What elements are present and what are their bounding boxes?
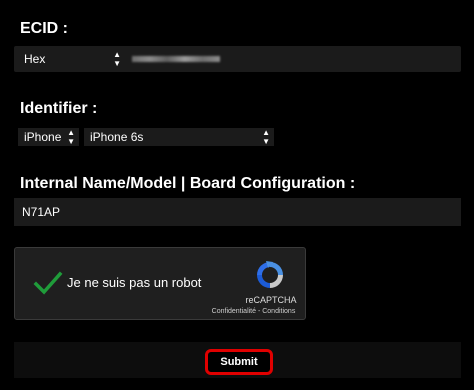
- board-config-label: Internal Name/Model | Board Configuratio…: [20, 175, 356, 192]
- ecid-format-select[interactable]: Hex ▲ ▼: [18, 50, 125, 68]
- device-type-value: iPhone: [24, 130, 62, 144]
- model-value: iPhone 6s: [90, 130, 144, 144]
- ecid-label: ECID :: [20, 20, 68, 37]
- ecid-format-value: Hex: [24, 52, 46, 66]
- checkmark-icon[interactable]: [33, 268, 63, 298]
- select-arrows-icon: ▲ ▼: [113, 50, 121, 68]
- select-arrows-icon: ▲ ▼: [262, 128, 270, 146]
- recaptcha-brand: reCAPTCHA: [245, 295, 297, 305]
- recaptcha-text: Je ne suis pas un robot: [67, 275, 202, 290]
- ecid-value-redacted[interactable]: [132, 56, 220, 62]
- device-type-select[interactable]: iPhone ▲ ▼: [18, 128, 79, 146]
- submit-button[interactable]: Submit: [205, 349, 273, 375]
- identifier-label: Identifier :: [20, 100, 98, 117]
- recaptcha-logo-icon: [257, 261, 283, 288]
- model-select[interactable]: iPhone 6s ▲ ▼: [84, 128, 274, 146]
- select-arrows-icon: ▲ ▼: [67, 128, 75, 146]
- recaptcha-links[interactable]: Confidentialité - Conditions: [201, 308, 306, 315]
- recaptcha-widget: Je ne suis pas un robot reCAPTCHA Confid…: [14, 247, 306, 320]
- board-config-field[interactable]: N71AP: [14, 198, 461, 226]
